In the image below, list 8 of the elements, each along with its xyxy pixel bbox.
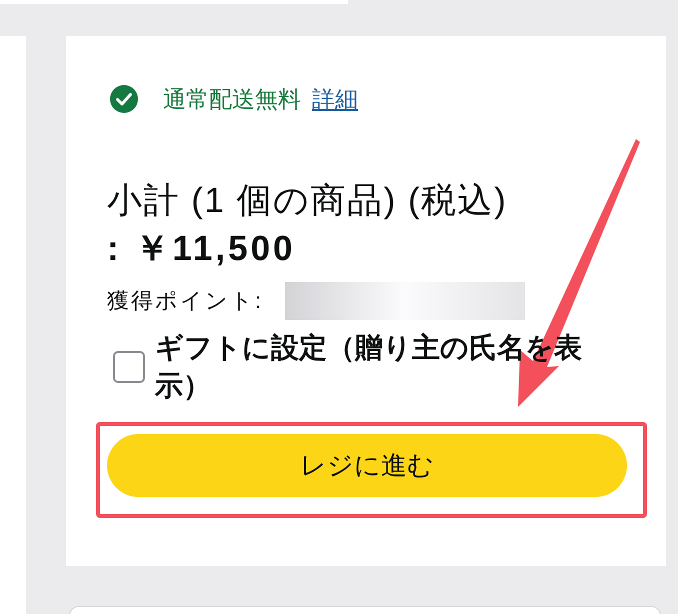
subtotal-amount: : ￥11,500	[107, 230, 296, 268]
details-link[interactable]: 詳細	[312, 85, 358, 113]
subtotal-label: 小計 (1 個の商品) (税込)	[107, 182, 508, 220]
points-label: 獲得ポイント:	[107, 287, 264, 315]
free-shipping-text: 通常配送無料	[163, 85, 301, 113]
gift-checkbox[interactable]	[113, 351, 145, 383]
checkout-button[interactable]: レジに進む	[107, 434, 627, 497]
check-circle-icon	[110, 85, 138, 113]
